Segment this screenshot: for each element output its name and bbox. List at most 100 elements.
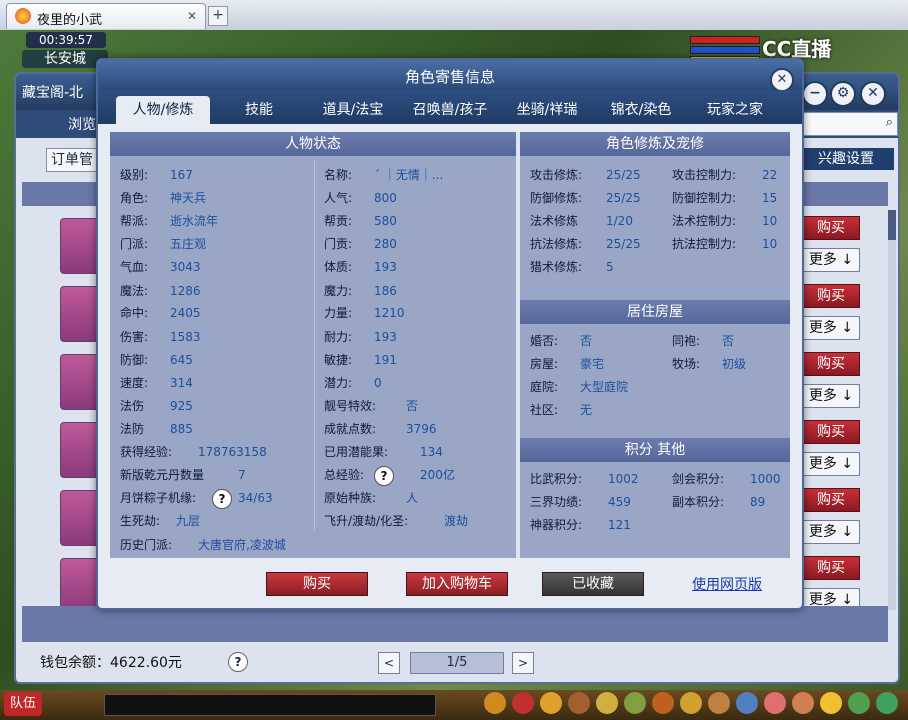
listing-buy-button[interactable]: 购买 (802, 216, 860, 240)
smiley-icon[interactable] (820, 692, 842, 714)
dialog-close-icon[interactable]: ✕ (770, 68, 794, 92)
game-clock: 00:39:57 (26, 32, 106, 48)
tab-summons-children[interactable]: 召唤兽/孩子 (402, 96, 498, 124)
shop-close-button[interactable]: ✕ (860, 81, 886, 107)
skill-icon[interactable] (540, 692, 562, 714)
stat-label: 人气: (324, 191, 353, 205)
stat-label: 角色: (120, 191, 149, 205)
points-header: 积分 其他 (520, 438, 790, 462)
use-web-version-link[interactable]: 使用网页版 (692, 574, 762, 594)
cultivation-value: 5 (606, 260, 614, 274)
chat-input[interactable] (104, 694, 436, 716)
quest-icon[interactable] (568, 692, 590, 714)
listing-buy-button[interactable]: 购买 (802, 420, 860, 444)
listing-more-button[interactable]: 更多 ↓ (802, 520, 860, 544)
stat-label: 法伤 (120, 399, 145, 413)
minimize-button[interactable]: − (802, 81, 828, 107)
system-icon[interactable] (848, 692, 870, 714)
guild-icon[interactable] (680, 692, 702, 714)
house-value: 否 (722, 334, 735, 348)
stat-label: 体质: (324, 260, 353, 274)
stat-value: 178763158 (198, 445, 267, 459)
bag-icon[interactable] (484, 692, 506, 714)
cultivation-value: 1/20 (606, 214, 633, 228)
next-page-button[interactable]: > (512, 652, 534, 674)
peach-icon[interactable] (764, 692, 786, 714)
listing-more-button[interactable]: 更多 ↓ (802, 248, 860, 272)
help-icon[interactable]: ? (228, 652, 248, 672)
help-icon[interactable]: ? (374, 466, 394, 486)
tab-close-icon[interactable]: ✕ (185, 9, 199, 23)
cultivation-label: 猎术修炼: (530, 260, 583, 274)
stat-value: 580 (374, 214, 397, 228)
shop-icon[interactable] (792, 692, 814, 714)
stat-label: 原始种族: (324, 491, 377, 505)
points-panel: 比武积分: 1002 三界功绩: 459 神器积分: 121 剑会积分: 100… (520, 462, 790, 558)
bell-icon[interactable] (708, 692, 730, 714)
help-icon[interactable]: ? (212, 489, 232, 509)
points-value: 89 (750, 495, 766, 509)
control-value: 10 (762, 237, 778, 251)
listing-buy-button[interactable]: 购买 (802, 284, 860, 308)
stat-label: 月饼粽子机缘: (120, 491, 197, 505)
interest-settings-button[interactable]: 兴趣设置 (798, 148, 894, 170)
stat-label: 生死劫: (120, 514, 161, 528)
house-value: 大型庭院 (580, 380, 629, 394)
hp-bar (690, 36, 760, 44)
pet-icon[interactable] (624, 692, 646, 714)
listing-buy-button[interactable]: 购买 (802, 488, 860, 512)
map-icon[interactable] (736, 692, 758, 714)
buy-button[interactable]: 购买 (266, 572, 368, 596)
tab-player-home[interactable]: 玩家之家 (692, 96, 778, 124)
stat-value: 3796 (406, 422, 437, 436)
control-value: 22 (762, 168, 778, 182)
tab-skills[interactable]: 技能 (224, 96, 294, 124)
house-label: 婚否: (530, 334, 559, 348)
stat-value: 193 (374, 260, 397, 274)
tab-outfits-dye[interactable]: 锦衣/染色 (598, 96, 684, 124)
stat-value: 否 (406, 399, 419, 413)
stat-value: 191 (374, 353, 397, 367)
house-panel: 婚否: 否 房屋: 豪宅 庭院: 大型庭院 社区: 无 同袍: 否 牧场: 初级 (520, 324, 790, 434)
stat-label: 潜力: (324, 376, 353, 390)
shop-search-input[interactable]: ⌕ (802, 112, 898, 136)
favorited-button[interactable]: 已收藏 (542, 572, 644, 596)
listing-more-button[interactable]: 更多 ↓ (802, 316, 860, 340)
listing-buy-button[interactable]: 购买 (802, 352, 860, 376)
tab-mounts[interactable]: 坐骑/祥瑞 (504, 96, 590, 124)
stat-value: 280 (374, 237, 397, 251)
tab-character-cultivation[interactable]: 人物/修炼 (116, 96, 210, 124)
friends-icon[interactable] (596, 692, 618, 714)
browse-tab[interactable]: 浏览 (68, 114, 96, 134)
listing-more-button[interactable]: 更多 ↓ (802, 384, 860, 408)
search-icon[interactable]: ⌕ (886, 115, 893, 130)
listing-scrollbar[interactable] (888, 210, 896, 610)
stat-label: 新版乾元丹数量 (120, 468, 205, 482)
stat-value: 九层 (176, 514, 201, 528)
mount-icon[interactable] (652, 692, 674, 714)
team-button[interactable]: 队伍 (4, 692, 42, 716)
stat-label: 靓号特效: (324, 399, 377, 413)
stat-value: 3043 (170, 260, 201, 274)
house-label: 庭院: (530, 380, 559, 394)
tab-items-treasures[interactable]: 道具/法宝 (310, 96, 396, 124)
settings-gear-icon[interactable]: ⚙ (830, 81, 856, 107)
stat-label: 魔力: (324, 284, 353, 298)
stat-label: 名称: (324, 168, 353, 182)
gift-icon[interactable] (512, 692, 534, 714)
stat-value: 逝水流年 (170, 214, 219, 228)
stat-value: 134 (420, 445, 443, 459)
browser-tab[interactable]: 夜里的小武 ✕ (6, 3, 206, 29)
listing-buy-button[interactable]: 购买 (802, 556, 860, 580)
new-tab-button[interactable]: + (208, 6, 228, 26)
settings-icon[interactable] (876, 692, 898, 714)
prev-page-button[interactable]: < (378, 652, 400, 674)
page-indicator: 1/5 (410, 652, 504, 674)
cultivation-label: 法术修炼 (530, 214, 579, 228)
listing-scrollbar-thumb[interactable] (888, 210, 896, 240)
listing-more-button[interactable]: 更多 ↓ (802, 452, 860, 476)
house-label: 同袍: (672, 334, 701, 348)
add-to-cart-button[interactable]: 加入购物车 (406, 572, 508, 596)
stat-label: 防御: (120, 353, 149, 367)
stat-label: 命中: (120, 306, 149, 320)
